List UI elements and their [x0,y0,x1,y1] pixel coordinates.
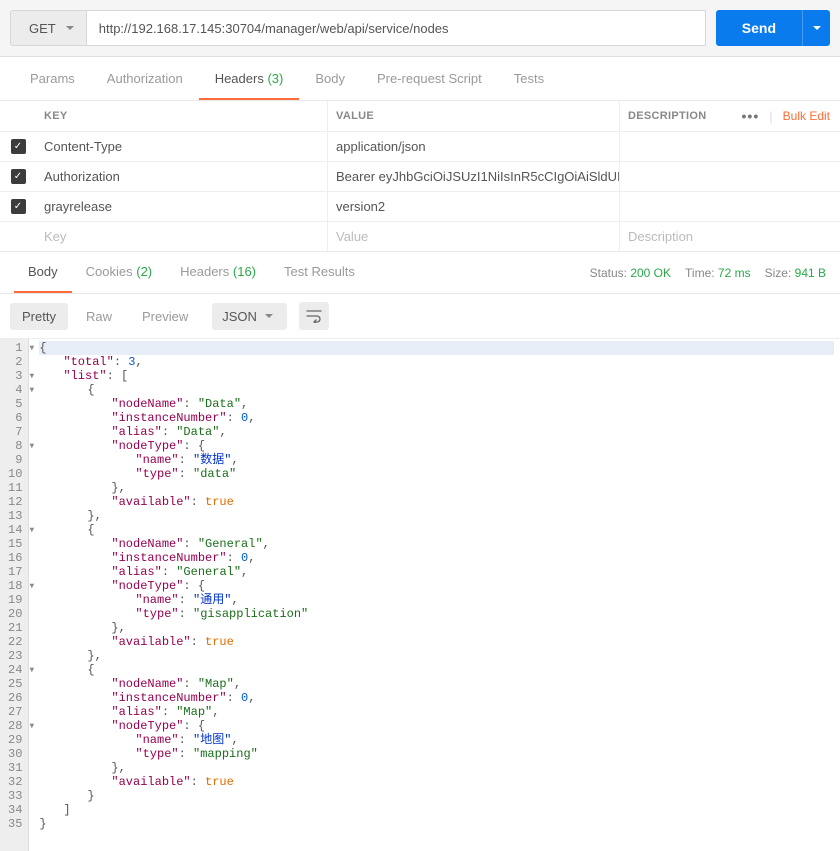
header-desc[interactable] [620,162,840,191]
header-desc-placeholder[interactable]: Description [620,222,840,251]
http-method-select[interactable]: GET [10,10,86,46]
header-value[interactable]: application/json [328,132,620,161]
header-key[interactable]: grayrelease [36,192,328,221]
wrap-lines-icon[interactable] [299,302,329,330]
header-key-placeholder[interactable]: Key [36,222,328,251]
header-row[interactable]: Content-Type application/json [0,131,840,161]
response-meta: Status: 200 OK Time: 72 ms Size: 941 B [590,266,826,280]
header-row-new[interactable]: Key Value Description [0,221,840,251]
format-select[interactable]: JSON [212,303,287,330]
tab-prerequest[interactable]: Pre-request Script [361,57,498,100]
header-value[interactable]: Bearer eyJhbGciOiJSUzI1NiIsInR5cCIgOiAiS… [328,162,620,191]
tab-headers[interactable]: Headers (3) [199,57,300,100]
resp-tab-cookies[interactable]: Cookies (2) [72,252,166,293]
header-value-placeholder[interactable]: Value [328,222,620,251]
resp-tab-tests[interactable]: Test Results [270,252,369,293]
url-input[interactable] [86,10,706,46]
resp-tab-headers[interactable]: Headers (16) [166,252,270,293]
view-raw[interactable]: Raw [74,303,124,330]
tab-body[interactable]: Body [299,57,361,100]
send-button[interactable]: Send [716,10,802,46]
bulk-edit-link[interactable]: Bulk Edit [783,109,830,123]
checkbox-icon[interactable] [11,199,26,214]
resp-tab-body[interactable]: Body [14,252,72,293]
header-key[interactable]: Content-Type [36,132,328,161]
headers-table: KEY VALUE DESCRIPTION ••• | Bulk Edit Co… [0,101,840,252]
request-tabs: Params Authorization Headers (3) Body Pr… [0,57,840,101]
checkbox-icon[interactable] [11,169,26,184]
header-desc[interactable] [620,192,840,221]
col-value: VALUE [328,101,620,131]
response-tabs: Body Cookies (2) Headers (16) Test Resul… [14,252,369,293]
header-row[interactable]: Authorization Bearer eyJhbGciOiJSUzI1NiI… [0,161,840,191]
tab-authorization[interactable]: Authorization [91,57,199,100]
tab-tests[interactable]: Tests [498,57,560,100]
view-pretty[interactable]: Pretty [10,303,68,330]
response-body-viewer[interactable]: 1234567891011121314151617181920212223242… [0,339,840,851]
tab-params[interactable]: Params [14,57,91,100]
header-row[interactable]: grayrelease version2 [0,191,840,221]
more-icon[interactable]: ••• [742,108,760,124]
header-key[interactable]: Authorization [36,162,328,191]
http-method-label: GET [29,21,56,36]
header-desc[interactable] [620,132,840,161]
header-value[interactable]: version2 [328,192,620,221]
view-preview[interactable]: Preview [130,303,200,330]
send-dropdown-button[interactable] [802,10,830,46]
col-desc: DESCRIPTION [620,101,714,131]
checkbox-icon[interactable] [11,139,26,154]
col-key: KEY [36,101,328,131]
